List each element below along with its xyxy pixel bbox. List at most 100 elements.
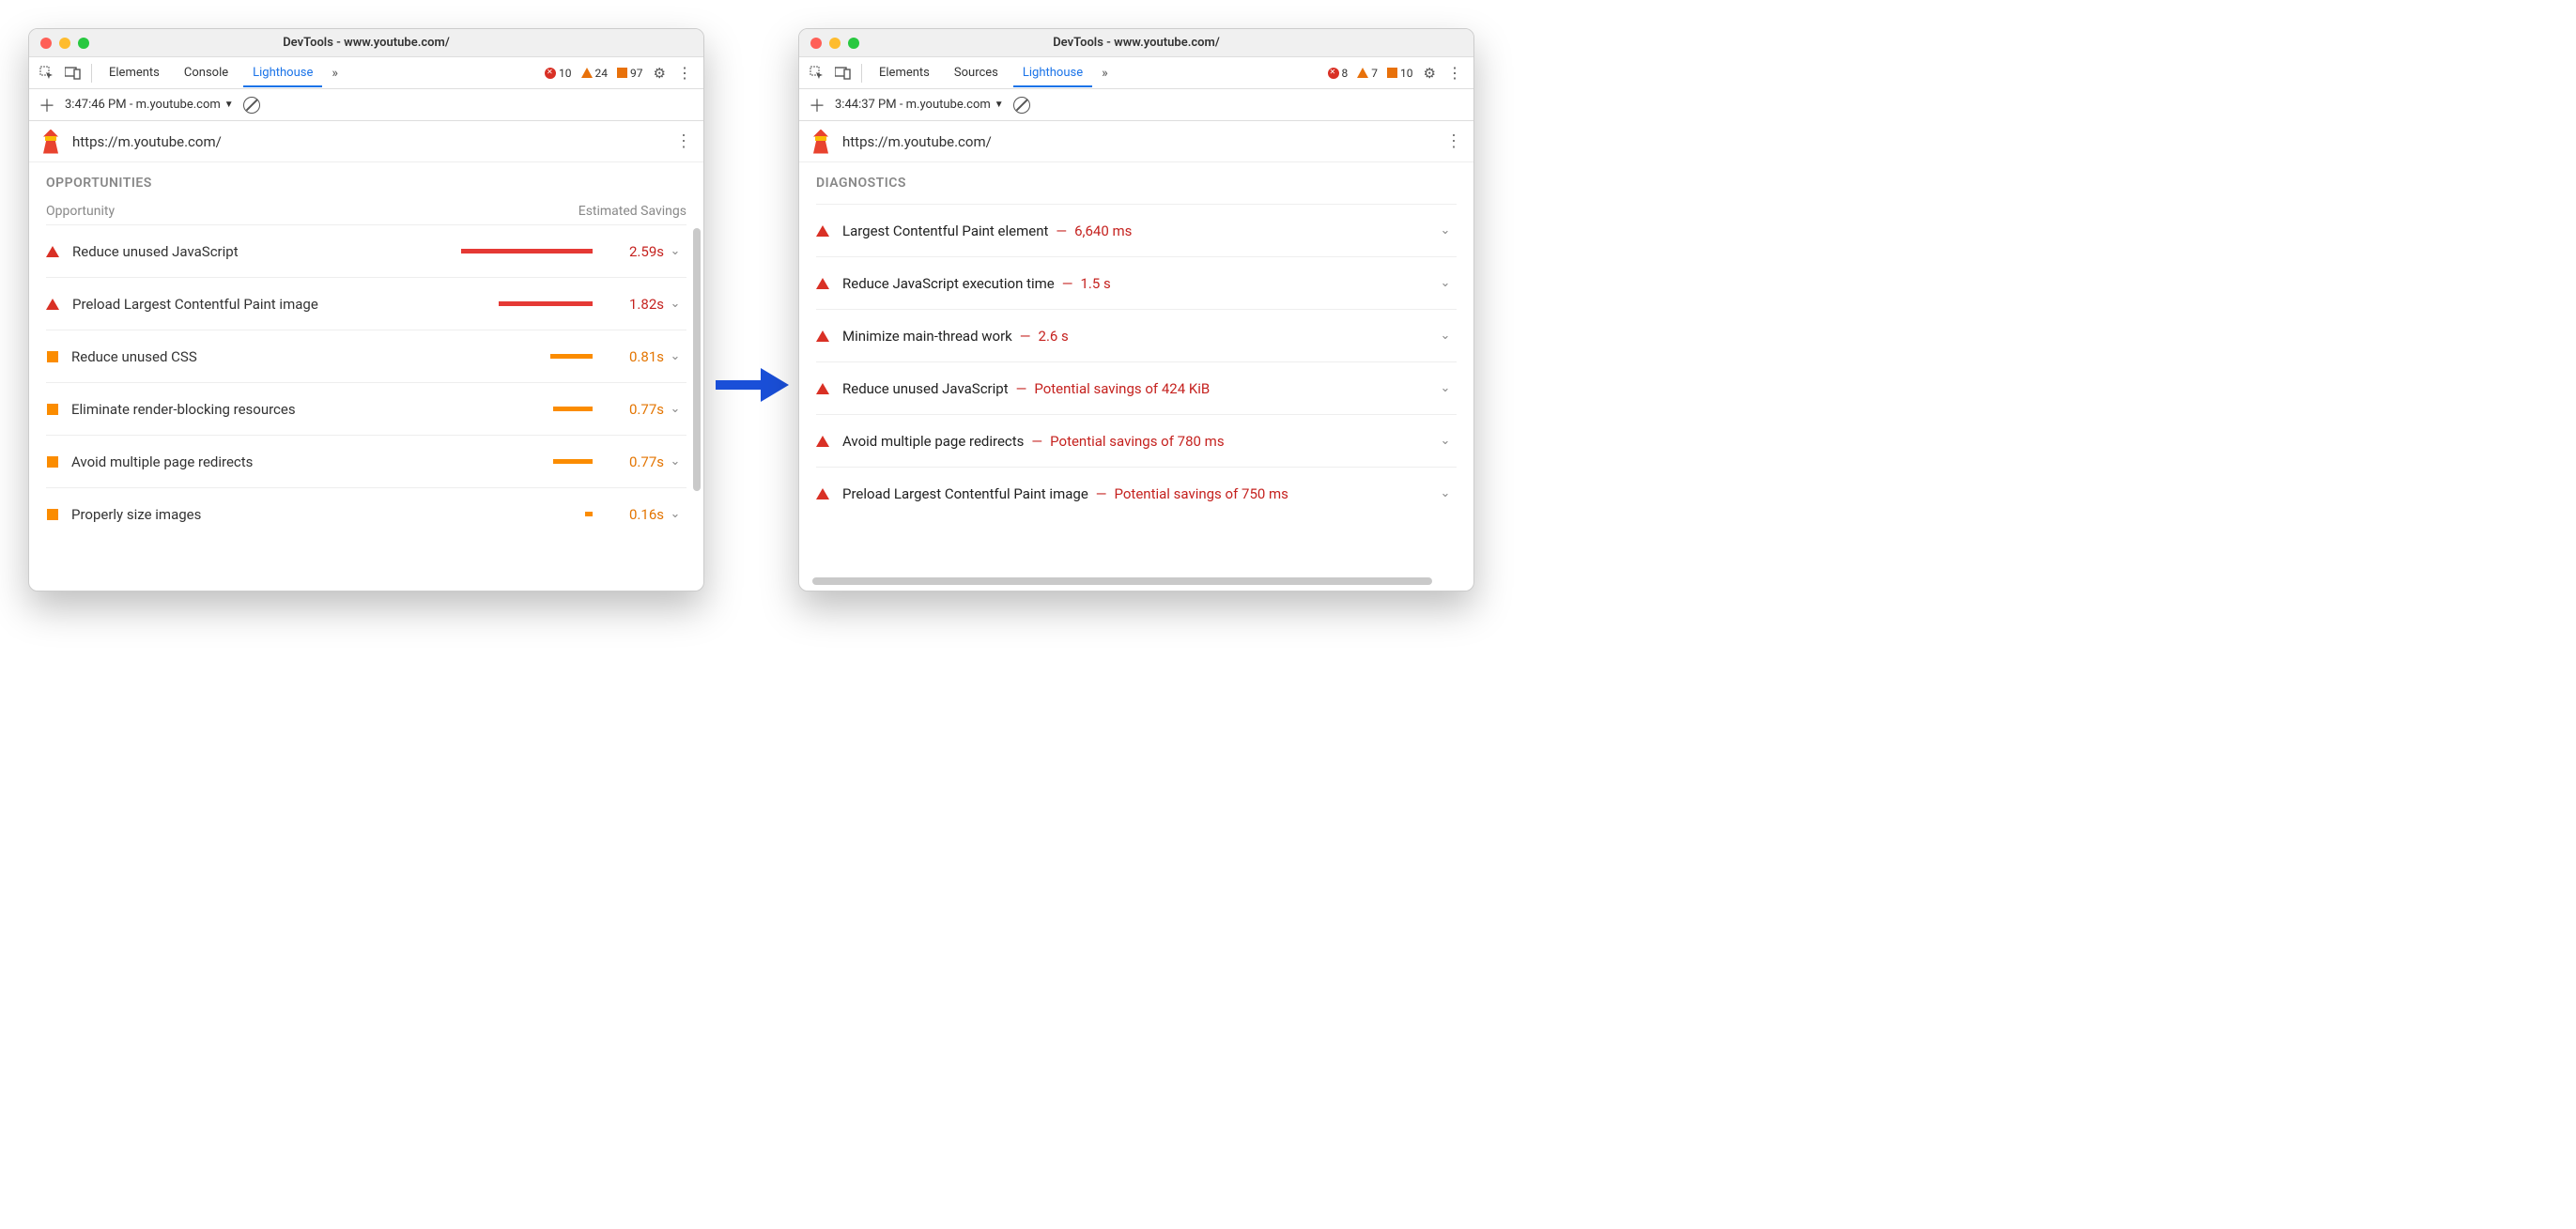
chevron-down-icon: ⌄ — [1434, 434, 1457, 448]
scrollbar-horizontal[interactable] — [812, 577, 1432, 585]
tab-sources[interactable]: Sources — [945, 58, 1008, 87]
more-tabs-icon[interactable]: » — [1098, 66, 1112, 81]
tab-elements[interactable]: Elements — [870, 58, 939, 87]
dash-separator: — — [1062, 275, 1073, 292]
savings-value: 2.59s — [608, 243, 664, 260]
clear-icon[interactable] — [243, 97, 260, 114]
new-report-icon[interactable]: ＋ — [809, 93, 825, 117]
window-title: DevTools - www.youtube.com/ — [29, 36, 703, 50]
window-controls — [799, 38, 859, 49]
savings-value: 0.81s — [608, 348, 664, 365]
diagnostic-label: Avoid multiple page redirects — [842, 433, 1024, 450]
dash-separator: — — [1096, 485, 1107, 502]
scrollbar-vertical[interactable] — [693, 228, 701, 491]
dash-separator: — — [1056, 223, 1067, 239]
report-menu-icon[interactable]: ⋮ — [1445, 131, 1462, 151]
info-badge[interactable]: 10 — [1384, 67, 1416, 80]
opportunity-row[interactable]: Avoid multiple page redirects0.77s⌄ — [46, 435, 686, 487]
caret-down-icon: ▼ — [995, 100, 1004, 110]
warnings-badge[interactable]: 24 — [578, 67, 611, 80]
opportunity-row[interactable]: Reduce unused CSS0.81s⌄ — [46, 330, 686, 382]
severity-error-icon — [46, 246, 59, 257]
diagnostic-label: Reduce JavaScript execution time — [842, 275, 1055, 292]
titlebar: DevTools - www.youtube.com/ — [799, 29, 1473, 57]
window-controls — [29, 38, 89, 49]
minimize-window-icon[interactable] — [59, 38, 70, 49]
url-text: https://m.youtube.com/ — [842, 133, 992, 150]
report-menu-icon[interactable]: ⋮ — [675, 131, 692, 151]
severity-error-icon — [816, 436, 829, 447]
inspect-icon[interactable] — [37, 63, 57, 84]
inspect-icon[interactable] — [807, 63, 827, 84]
devtools-window-left: DevTools - www.youtube.com/ Elements Con… — [28, 28, 704, 591]
minimize-window-icon[interactable] — [829, 38, 841, 49]
savings-bar — [452, 249, 593, 253]
diagnostic-value: Potential savings of 424 KiB — [1034, 380, 1210, 397]
diagnostic-row[interactable]: Avoid multiple page redirects—Potential … — [816, 414, 1457, 467]
clear-icon[interactable] — [1013, 97, 1030, 114]
diagnostic-label: Preload Largest Contentful Paint image — [842, 485, 1088, 502]
savings-value: 1.82s — [608, 296, 664, 313]
section-title: DIAGNOSTICS — [816, 176, 1457, 191]
warnings-badge[interactable]: 7 — [1354, 67, 1381, 80]
more-tabs-icon[interactable]: » — [328, 66, 342, 81]
diagnostic-row[interactable]: Largest Contentful Paint element—6,640 m… — [816, 204, 1457, 256]
caret-down-icon: ▼ — [224, 100, 234, 110]
settings-icon[interactable]: ⚙ — [650, 65, 670, 82]
chevron-down-icon: ⌄ — [1434, 329, 1457, 343]
chevron-down-icon: ⌄ — [1434, 486, 1457, 500]
lighthouse-toolbar: ＋ 3:44:37 PM - m.youtube.com ▼ — [799, 89, 1473, 121]
chevron-down-icon: ⌄ — [664, 297, 686, 311]
diagnostic-row[interactable]: Preload Largest Contentful Paint image — P… — [816, 467, 1457, 519]
diagnostic-row[interactable]: Reduce JavaScript execution time—1.5 s⌄ — [816, 256, 1457, 309]
separator — [91, 64, 92, 83]
close-window-icon[interactable] — [810, 38, 822, 49]
chevron-down-icon: ⌄ — [664, 402, 686, 416]
issue-badges: 8 7 10 ⚙ ⋮ — [1325, 64, 1466, 82]
tabs-row: Elements Console Lighthouse » 10 24 97 ⚙… — [29, 57, 703, 89]
chevron-down-icon: ⌄ — [664, 507, 686, 521]
diagnostic-row[interactable]: Minimize main-thread work—2.6 s⌄ — [816, 309, 1457, 361]
tab-lighthouse[interactable]: Lighthouse — [243, 58, 322, 87]
chevron-down-icon: ⌄ — [1434, 276, 1457, 290]
chevron-down-icon: ⌄ — [1434, 223, 1457, 238]
url-text: https://m.youtube.com/ — [72, 133, 222, 150]
section-title: OPPORTUNITIES — [46, 176, 686, 191]
settings-icon[interactable]: ⚙ — [1420, 65, 1440, 82]
savings-bar — [452, 512, 593, 516]
opportunity-row[interactable]: Reduce unused JavaScript 2.59s⌄ — [46, 224, 686, 277]
issue-badges: 10 24 97 ⚙ ⋮ — [542, 64, 696, 82]
report-selector[interactable]: 3:47:46 PM - m.youtube.com ▼ — [65, 98, 234, 112]
opportunity-label: Avoid multiple page redirects — [71, 453, 452, 470]
errors-badge[interactable]: 10 — [542, 67, 575, 80]
titlebar: DevTools - www.youtube.com/ — [29, 29, 703, 57]
menu-icon[interactable]: ⋮ — [673, 64, 696, 82]
device-toggle-icon[interactable] — [833, 63, 854, 84]
diagnostic-value: 2.6 s — [1039, 328, 1069, 345]
chevron-down-icon: ⌄ — [664, 244, 686, 258]
opportunity-label: Reduce unused JavaScript — [72, 243, 452, 260]
report-selector[interactable]: 3:44:37 PM - m.youtube.com ▼ — [835, 98, 1004, 112]
maximize-window-icon[interactable] — [78, 38, 89, 49]
url-bar: https://m.youtube.com/ ⋮ — [29, 121, 703, 162]
errors-badge[interactable]: 8 — [1325, 67, 1351, 80]
diagnostic-row[interactable]: Reduce unused JavaScript—Potential savin… — [816, 361, 1457, 414]
opportunity-row[interactable]: Preload Largest Contentful Paint image1.… — [46, 277, 686, 330]
maximize-window-icon[interactable] — [848, 38, 859, 49]
col-savings: Estimated Savings — [578, 204, 686, 219]
tab-lighthouse[interactable]: Lighthouse — [1013, 58, 1092, 87]
severity-warning-icon — [47, 351, 58, 362]
close-window-icon[interactable] — [40, 38, 52, 49]
severity-warning-icon — [47, 456, 58, 468]
severity-warning-icon — [47, 404, 58, 415]
info-badge[interactable]: 97 — [614, 67, 646, 80]
opportunity-row[interactable]: Eliminate render-blocking resources0.77s… — [46, 382, 686, 435]
new-report-icon[interactable]: ＋ — [39, 93, 55, 117]
dash-separator: — — [1031, 433, 1042, 450]
tab-elements[interactable]: Elements — [100, 58, 169, 87]
diagnostic-value: Potential savings of 750 ms — [1115, 485, 1288, 502]
device-toggle-icon[interactable] — [63, 63, 84, 84]
tab-console[interactable]: Console — [175, 58, 238, 87]
opportunity-row[interactable]: Properly size images0.16s⌄ — [46, 487, 686, 540]
menu-icon[interactable]: ⋮ — [1443, 64, 1466, 82]
